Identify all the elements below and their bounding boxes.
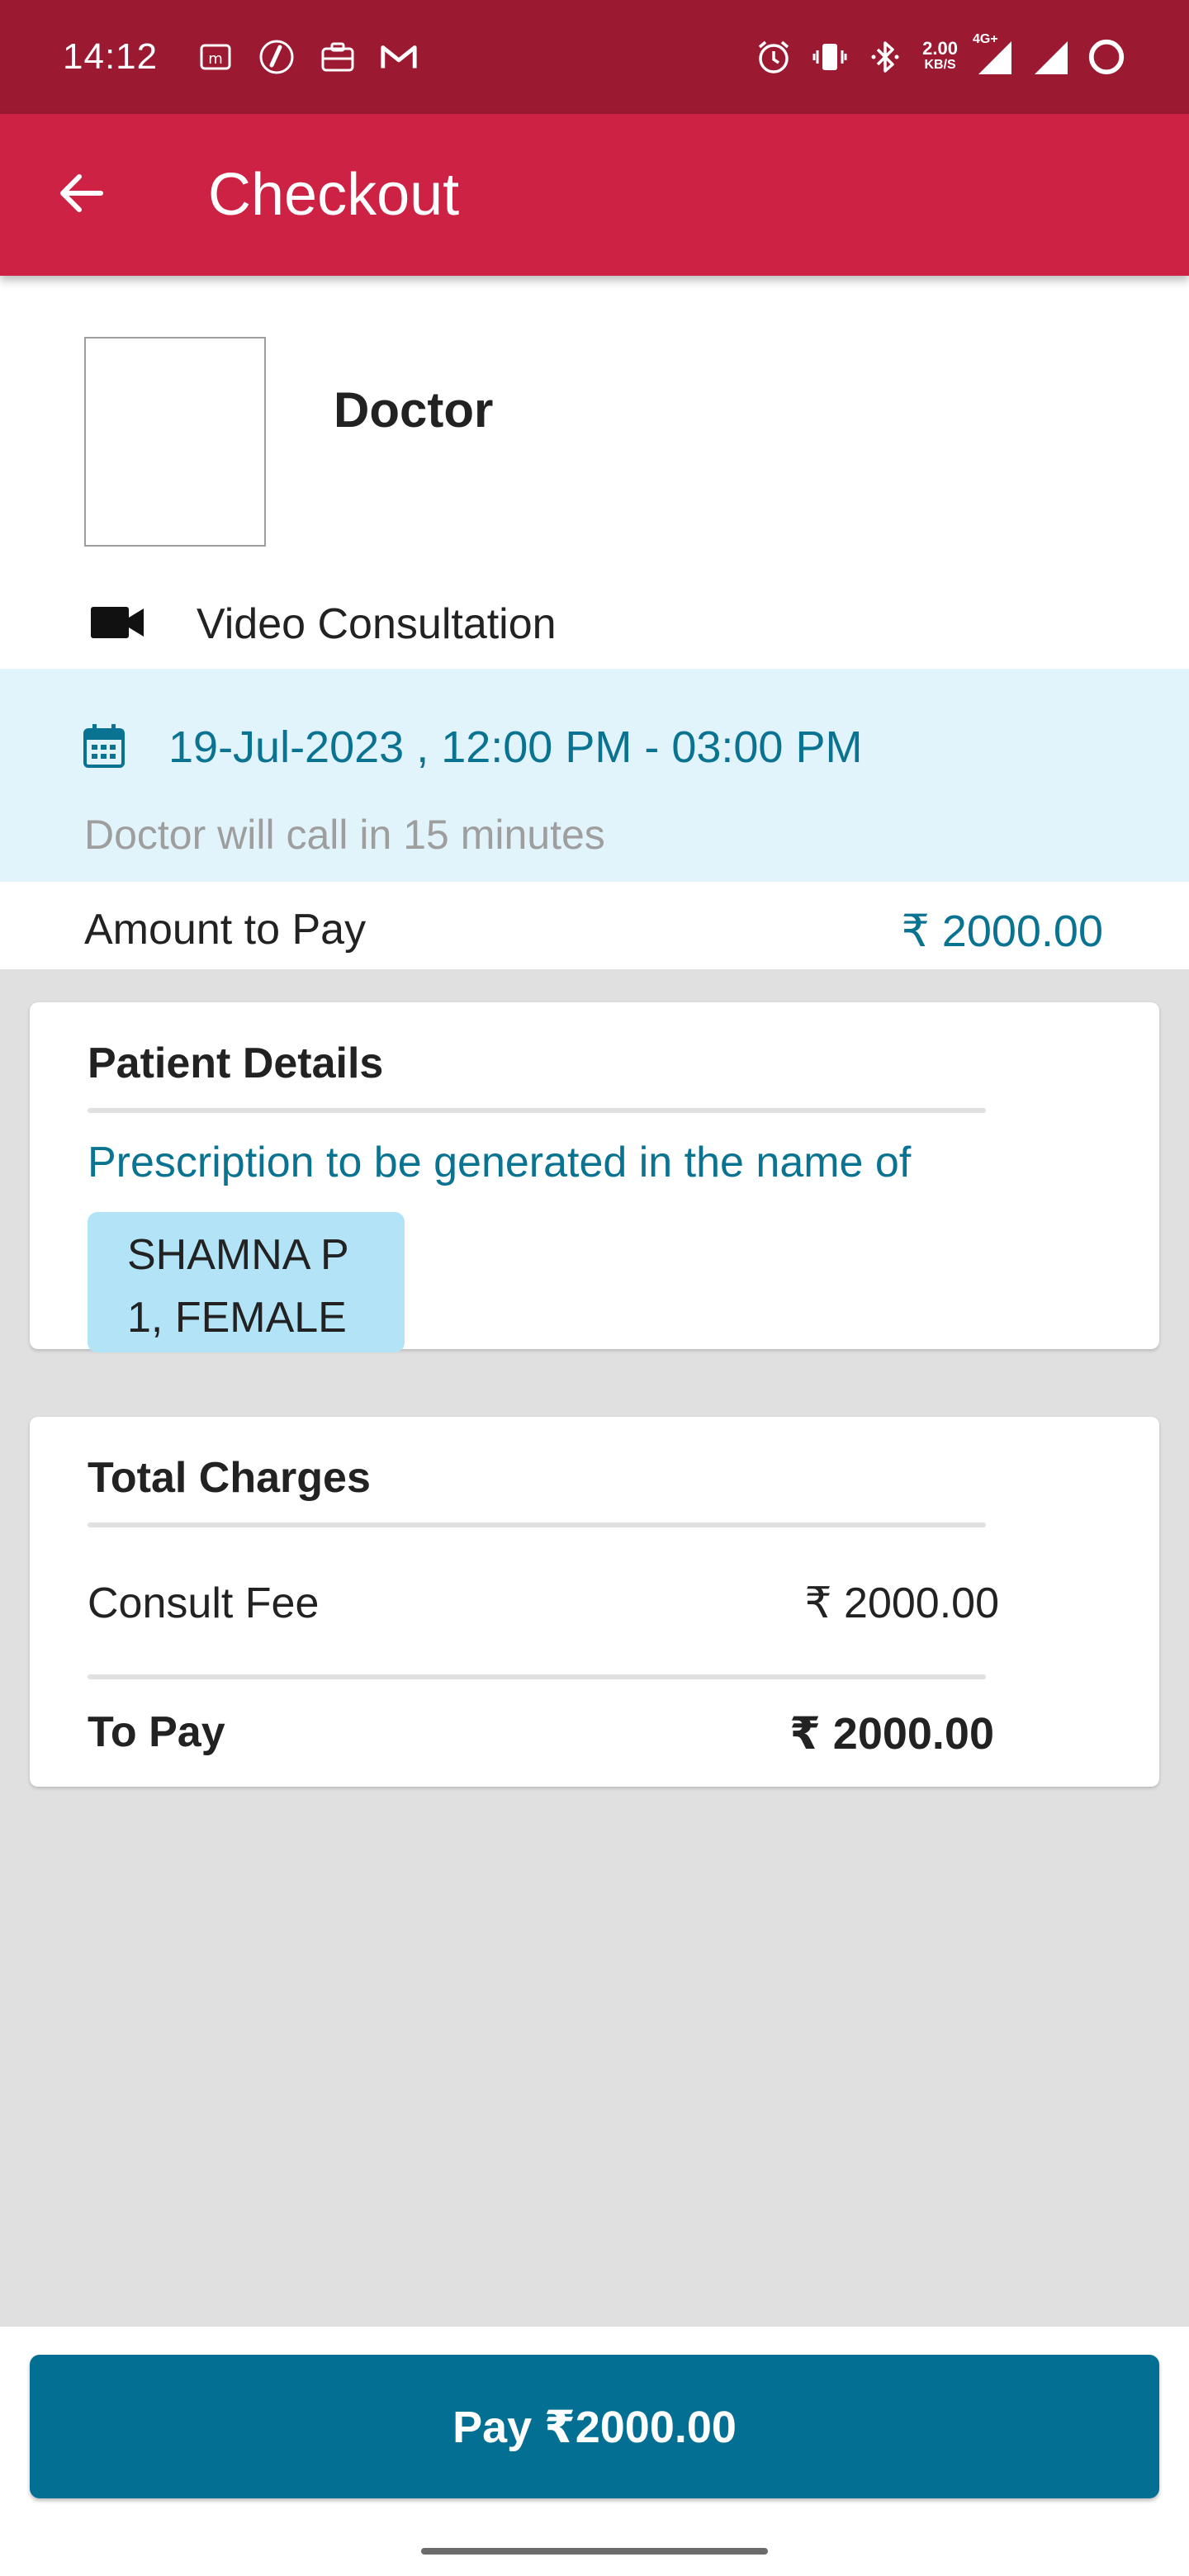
to-pay-label: To Pay — [88, 1708, 225, 1756]
bluetooth-icon — [866, 37, 906, 77]
patient-chip[interactable]: SHAMNA P 1, FEMALE — [88, 1212, 405, 1352]
network-speed-value: 2.00 — [922, 38, 958, 59]
app-icon — [257, 37, 296, 77]
patient-name: SHAMNA P — [127, 1231, 349, 1279]
doctor-name: Doctor — [334, 382, 494, 438]
video-camera-icon — [89, 604, 145, 646]
consultation-type-row: Video Consultation — [89, 599, 557, 649]
bottom-bar: Pay ₹2000.00 — [0, 2327, 1189, 2576]
total-charges-card: Total Charges Consult Fee ₹ 2000.00 To P… — [30, 1417, 1159, 1787]
divider — [88, 1522, 986, 1527]
back-button[interactable] — [40, 154, 122, 236]
calendar-icon — [83, 722, 126, 773]
status-right-icons: 2.00 KB/S 4G+ — [754, 32, 1126, 77]
home-indicator[interactable] — [421, 2548, 768, 2555]
amount-section: Amount to Pay ₹ 2000.00 — [0, 882, 1189, 969]
appointment-slot-section: 19-Jul-2023 , 12:00 PM - 03:00 PM Doctor… — [0, 669, 1189, 882]
total-charges-title: Total Charges — [88, 1454, 371, 1502]
app-bar: Checkout — [0, 114, 1189, 276]
appointment-slot-row: 19-Jul-2023 , 12:00 PM - 03:00 PM — [83, 722, 862, 773]
call-note: Doctor will call in 15 minutes — [84, 812, 605, 858]
signal-icon — [1030, 37, 1070, 77]
briefcase-icon — [318, 37, 358, 77]
svg-text:m: m — [208, 50, 223, 68]
doctor-photo — [84, 337, 266, 547]
network-speed: 2.00 KB/S — [922, 40, 958, 73]
amount-label: Amount to Pay — [84, 906, 367, 954]
messages-icon: m — [196, 37, 235, 77]
patient-details-title: Patient Details — [88, 1039, 384, 1087]
consultation-type-label: Video Consultation — [197, 600, 557, 648]
patient-details-card: Patient Details Prescription to be gener… — [30, 1002, 1159, 1352]
status-bar: 14:12 m 2.00 KB/S 4G+ — [0, 0, 1189, 114]
status-left-icons: m — [196, 37, 419, 77]
patient-info: 1, FEMALE — [127, 1294, 347, 1342]
amount-value: ₹ 2000.00 — [901, 907, 1103, 956]
gmail-icon — [379, 37, 419, 77]
to-pay-value: ₹ 2000.00 — [789, 1709, 994, 1759]
appointment-datetime: 19-Jul-2023 , 12:00 PM - 03:00 PM — [168, 722, 863, 772]
consult-fee-value: ₹ 2000.00 — [804, 1579, 1000, 1627]
page-title: Checkout — [208, 162, 460, 228]
network-type-label: 4G+ — [973, 32, 998, 46]
alarm-icon — [754, 37, 793, 77]
battery-ring-icon — [1087, 37, 1126, 77]
consult-fee-label: Consult Fee — [88, 1579, 320, 1627]
pay-button[interactable]: Pay ₹2000.00 — [30, 2355, 1159, 2498]
status-time: 14:12 — [63, 36, 159, 77]
network-speed-unit: KB/S — [924, 58, 956, 72]
prescription-text: Prescription to be generated in the name… — [88, 1139, 912, 1186]
divider — [88, 1674, 986, 1679]
signal-4g-icon: 4G+ — [973, 32, 1014, 77]
vibrate-icon — [810, 37, 850, 77]
divider — [88, 1108, 986, 1113]
doctor-section: Doctor Video Consultation — [0, 276, 1189, 669]
arrow-left-icon — [54, 167, 107, 224]
